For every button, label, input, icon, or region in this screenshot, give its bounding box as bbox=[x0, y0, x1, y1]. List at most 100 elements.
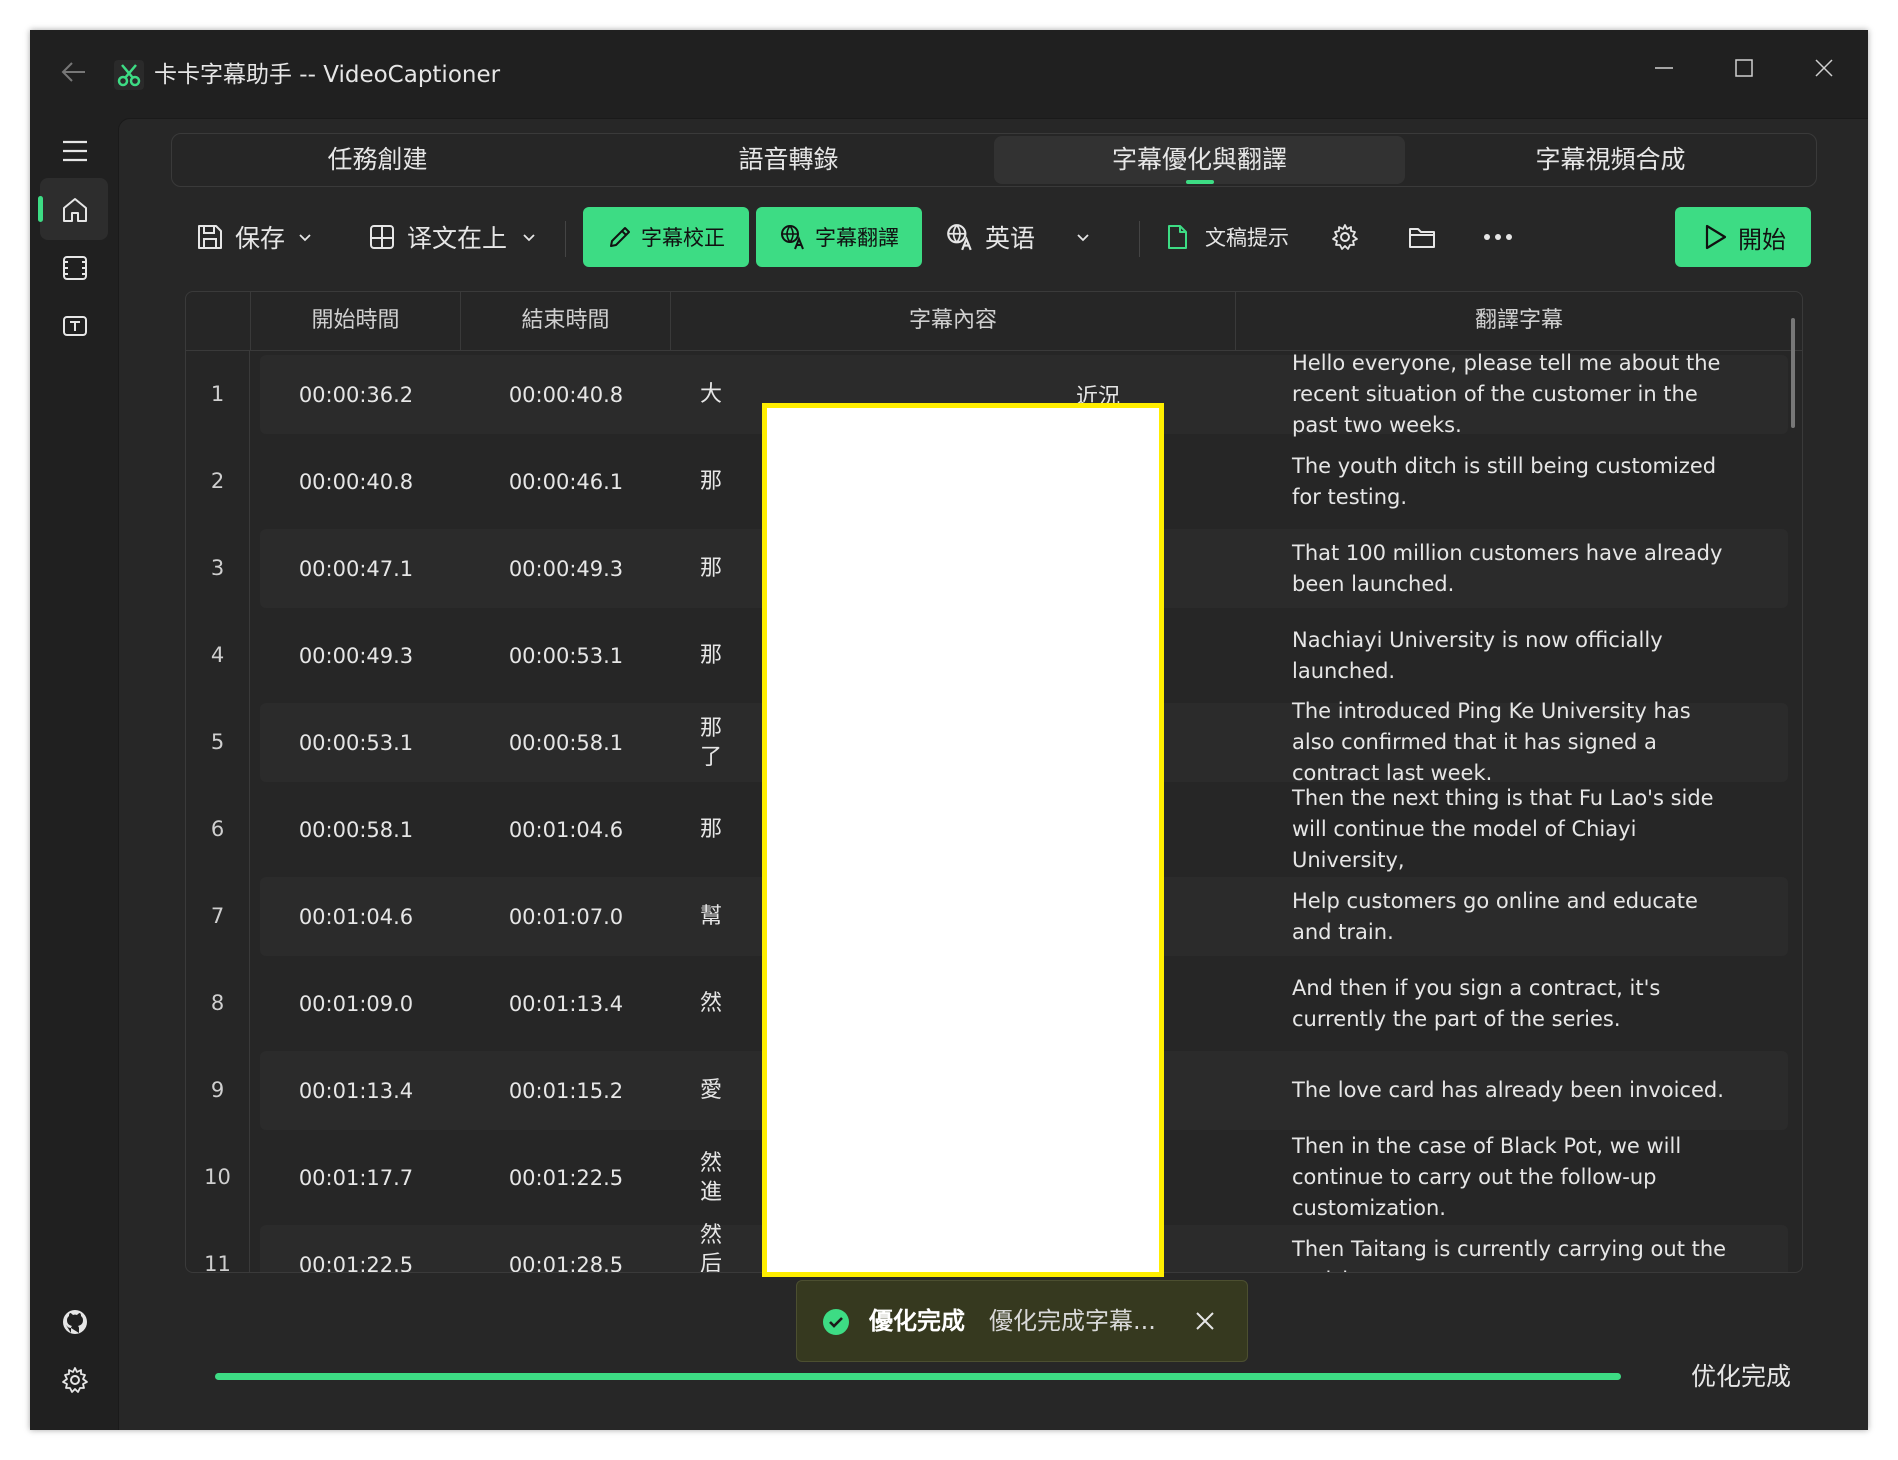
close-window-button[interactable] bbox=[1788, 48, 1860, 88]
language-dropdown[interactable]: 英语 bbox=[945, 207, 1115, 267]
subtitle-content-cell[interactable]: 然 進 bbox=[700, 1134, 740, 1221]
folder-icon bbox=[1409, 228, 1435, 248]
title-bar: 卡卡字幕助手 -- VideoCaptioner bbox=[30, 30, 1868, 118]
end-time-cell[interactable]: 00:00:58.1 bbox=[461, 699, 671, 786]
sidebar-item-video[interactable] bbox=[40, 236, 108, 298]
header-start-time[interactable]: 開始時間 bbox=[251, 292, 461, 350]
header-translation[interactable]: 翻譯字幕 bbox=[1236, 292, 1802, 350]
chevron-down-icon bbox=[299, 234, 311, 242]
sidebar-item-home[interactable] bbox=[38, 178, 108, 240]
start-time-cell[interactable]: 00:00:36.2 bbox=[251, 351, 461, 438]
open-folder-button[interactable] bbox=[1407, 207, 1447, 267]
translation-cell[interactable]: Then Taitang is currently carrying out t… bbox=[1292, 1221, 1732, 1273]
language-label: 英语 bbox=[985, 224, 1036, 253]
subtitle-content-cell[interactable]: 幫 bbox=[700, 873, 740, 960]
toolbar: 保存 译文在上 字幕校正 字幕翻譯 英语 文稿提示 開始 bbox=[171, 207, 1815, 271]
tab-task-create[interactable]: 任務創建 bbox=[172, 134, 583, 186]
subtitle-icon bbox=[63, 316, 87, 336]
subtitle-content-cell[interactable]: 大 bbox=[700, 351, 740, 438]
prompt-label: 文稿提示 bbox=[1205, 226, 1289, 250]
layout-dropdown[interactable]: 译文在上 bbox=[367, 207, 537, 267]
translation-cell[interactable]: Hello everyone, please tell me about the… bbox=[1292, 351, 1732, 438]
end-time-cell[interactable]: 00:01:13.4 bbox=[461, 960, 671, 1047]
translation-cell[interactable]: And then if you sign a contract, it's cu… bbox=[1292, 960, 1732, 1047]
end-time-cell[interactable]: 00:00:46.1 bbox=[461, 438, 671, 525]
minimize-button[interactable] bbox=[1628, 48, 1700, 88]
save-button[interactable]: 保存 bbox=[195, 207, 325, 267]
translation-text: Then Taitang is currently carrying out t… bbox=[1292, 1236, 1727, 1273]
subtitle-content-cell[interactable]: 那 了 bbox=[700, 699, 740, 786]
subtitle-content-cell[interactable]: 那 bbox=[700, 612, 740, 699]
translation-cell[interactable]: The love card has already been invoiced. bbox=[1292, 1047, 1732, 1134]
row-number: 6 bbox=[186, 786, 250, 873]
start-button[interactable]: 開始 bbox=[1675, 207, 1811, 267]
video-icon bbox=[63, 256, 87, 280]
start-time-cell[interactable]: 00:01:04.6 bbox=[251, 873, 461, 960]
translation-cell[interactable]: That 100 million customers have already … bbox=[1292, 525, 1732, 612]
end-time-cell[interactable]: 00:00:40.8 bbox=[461, 351, 671, 438]
row-number: 4 bbox=[186, 612, 250, 699]
tab-transcription[interactable]: 語音轉錄 bbox=[583, 134, 994, 186]
subtitle-content-cell[interactable]: 愛 bbox=[700, 1047, 740, 1134]
tab-video-synthesis[interactable]: 字幕視頻合成 bbox=[1405, 134, 1816, 186]
github-button[interactable] bbox=[40, 1290, 108, 1352]
translation-text: Help customers go online and educate and… bbox=[1292, 888, 1698, 944]
close-icon[interactable] bbox=[1193, 1309, 1217, 1333]
start-time-cell[interactable]: 00:01:22.5 bbox=[251, 1221, 461, 1273]
translation-cell[interactable]: Nachiayi University is now officially la… bbox=[1292, 612, 1732, 699]
translation-cell[interactable]: Then in the case of Black Pot, we will c… bbox=[1292, 1134, 1732, 1221]
subtitle-translate-button[interactable]: 字幕翻譯 bbox=[756, 207, 922, 267]
start-time-cell[interactable]: 00:00:47.1 bbox=[251, 525, 461, 612]
start-time-cell[interactable]: 00:01:09.0 bbox=[251, 960, 461, 1047]
translation-cell[interactable]: The introduced Ping Ke University has al… bbox=[1292, 699, 1732, 786]
table-scrollbar[interactable] bbox=[1791, 318, 1795, 428]
start-time-cell[interactable]: 00:00:49.3 bbox=[251, 612, 461, 699]
start-time-cell[interactable]: 00:00:40.8 bbox=[251, 438, 461, 525]
play-icon bbox=[1705, 224, 1727, 250]
translation-text: The introduced Ping Ke University has al… bbox=[1292, 699, 1691, 785]
header-subtitle-content[interactable]: 字幕內容 bbox=[671, 292, 1236, 350]
translation-cell[interactable]: Then the next thing is that Fu Lao's sid… bbox=[1292, 786, 1732, 873]
start-time-cell[interactable]: 00:01:17.7 bbox=[251, 1134, 461, 1221]
gear-icon bbox=[1332, 224, 1358, 250]
subtitle-content-cell[interactable]: 那 bbox=[700, 786, 740, 873]
end-time-cell[interactable]: 00:01:28.5 bbox=[461, 1221, 671, 1273]
row-number: 8 bbox=[186, 960, 250, 1047]
back-button[interactable] bbox=[54, 58, 94, 94]
row-number: 9 bbox=[186, 1047, 250, 1134]
translation-cell[interactable]: The youth ditch is still being customize… bbox=[1292, 438, 1732, 525]
end-time-cell[interactable]: 00:00:49.3 bbox=[461, 525, 671, 612]
layout-label: 译文在上 bbox=[407, 224, 508, 253]
settings-button[interactable] bbox=[40, 1348, 108, 1410]
document-prompt-button[interactable]: 文稿提示 bbox=[1163, 207, 1293, 267]
menu-toggle-button[interactable] bbox=[40, 120, 108, 182]
row-number: 5 bbox=[186, 699, 250, 786]
translation-cell[interactable]: Help customers go online and educate and… bbox=[1292, 873, 1732, 960]
end-time-cell[interactable]: 00:01:22.5 bbox=[461, 1134, 671, 1221]
subtitle-content-cell[interactable]: 那 bbox=[700, 525, 740, 612]
more-options-button[interactable] bbox=[1483, 207, 1523, 267]
subtitle-content-cell[interactable]: 那 bbox=[700, 438, 740, 525]
start-time-cell[interactable]: 00:00:58.1 bbox=[251, 786, 461, 873]
subtitle-content-cell[interactable]: 然后台 bbox=[700, 1221, 740, 1272]
table-header: 開始時間 結束時間 字幕內容 翻譯字幕 bbox=[186, 292, 1802, 351]
subtitle-content-cell[interactable]: 然 bbox=[700, 960, 740, 1047]
maximize-button[interactable] bbox=[1708, 48, 1780, 88]
tab-optimize-translate[interactable]: 字幕優化與翻譯 bbox=[994, 136, 1405, 184]
header-end-time[interactable]: 結束時間 bbox=[461, 292, 671, 350]
translation-text: The love card has already been invoiced. bbox=[1292, 1078, 1724, 1102]
sidebar-item-subtitle[interactable] bbox=[40, 294, 108, 356]
row-number: 10 bbox=[186, 1134, 250, 1221]
settings-toolbar-button[interactable] bbox=[1331, 207, 1371, 267]
start-time-cell[interactable]: 00:00:53.1 bbox=[251, 699, 461, 786]
subtitle-correct-button[interactable]: 字幕校正 bbox=[583, 207, 749, 267]
tab-label: 字幕優化與翻譯 bbox=[1111, 145, 1287, 174]
translation-text: Hello everyone, please tell me about the… bbox=[1292, 351, 1721, 437]
end-time-cell[interactable]: 00:00:53.1 bbox=[461, 612, 671, 699]
end-time-cell[interactable]: 00:01:04.6 bbox=[461, 786, 671, 873]
end-time-cell[interactable]: 00:01:07.0 bbox=[461, 873, 671, 960]
end-time-cell[interactable]: 00:01:15.2 bbox=[461, 1047, 671, 1134]
row-number: 3 bbox=[186, 525, 250, 612]
more-icon bbox=[1484, 234, 1512, 240]
start-time-cell[interactable]: 00:01:13.4 bbox=[251, 1047, 461, 1134]
